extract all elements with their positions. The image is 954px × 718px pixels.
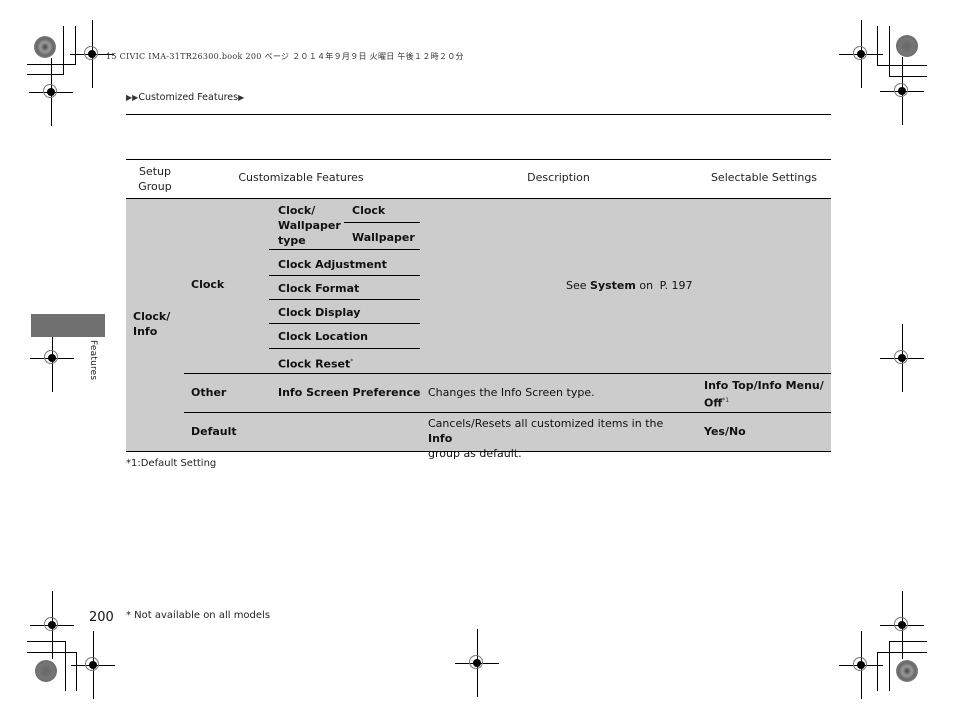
desc-mid: on: [639, 279, 654, 292]
header-description: Description: [527, 171, 590, 184]
page-reference-link[interactable]: P. 197: [660, 279, 693, 292]
header-selectable-settings: Selectable Settings: [710, 171, 818, 184]
feature-info-screen-preference: Info Screen Preference: [278, 386, 421, 399]
default-desc-prefix: Cancels/Resets all customized items in t…: [428, 417, 664, 430]
feature-clock-format: Clock Format: [278, 282, 360, 295]
registration-disc-icon: [35, 660, 57, 682]
registration-crosshair-icon: [29, 58, 73, 126]
default-setting-footnote: *1:Default Setting: [126, 458, 217, 469]
registration-crosshair-icon: [71, 631, 115, 699]
header-customizable-features: Customizable Features: [238, 171, 364, 184]
wallpaper-type-label: Clock/ Wallpaper type: [278, 204, 341, 247]
registration-crosshair-icon: [880, 324, 924, 392]
feature-clock-adjustment: Clock Adjustment: [278, 258, 387, 271]
not-all-models-marker: *: [350, 358, 354, 365]
registration-crosshair-icon: [880, 57, 924, 125]
registration-crosshair-icon: [839, 631, 883, 699]
section-tab[interactable]: [31, 314, 105, 337]
breadcrumb-link[interactable]: Customized Features: [138, 92, 238, 103]
settings-line2: Off: [704, 396, 723, 410]
default-description: Cancels/Resets all customized items in t…: [428, 416, 688, 461]
clock-group-cell: Clock: [191, 278, 225, 291]
header-setup-group: Setup Group: [138, 165, 172, 193]
triangle-right-icon: ▶: [238, 93, 245, 102]
availability-note: * Not available on all models: [126, 610, 271, 621]
feature-clock-display: Clock Display: [278, 306, 361, 319]
default-desc-bold: Info: [428, 432, 453, 445]
wallpaper-option-clock: Clock: [352, 204, 386, 217]
setup-group-cell: Clock/ Info: [133, 310, 171, 338]
registration-crosshair-icon: [839, 20, 883, 88]
default-setting-marker: *1: [722, 397, 730, 404]
registration-disc-icon: [896, 35, 918, 57]
registration-disc-icon: [34, 36, 56, 58]
default-group-cell: Default: [191, 425, 237, 438]
page-number: 200: [89, 610, 114, 625]
registration-disc-icon: [896, 660, 918, 682]
default-desc-suffix: group as default.: [428, 447, 522, 460]
table-body: Clock/ Info Clock Clock/ Wallpaper type …: [126, 199, 831, 460]
registration-crosshair-icon: [30, 324, 74, 392]
feature-clock-reset-label: Clock Reset: [278, 357, 351, 371]
desc-bold: System: [590, 279, 636, 292]
other-settings: Info Top/Info Menu/ Off*1: [704, 378, 829, 411]
section-label: Features: [88, 340, 98, 381]
feature-clock-reset: Clock Reset*: [278, 354, 353, 372]
desc-prefix: See: [566, 279, 587, 292]
clock-description: See System on P. 197: [566, 278, 692, 293]
feature-clock-location: Clock Location: [278, 330, 368, 343]
other-description: Changes the Info Screen type.: [428, 386, 595, 399]
print-header: 15 CIVIC IMA-31TR26300.book 200 ページ ２０１４…: [106, 52, 464, 61]
breadcrumb: ▶▶Customized Features▶: [126, 92, 244, 103]
header-divider: [126, 114, 831, 115]
default-settings: Yes/No: [704, 425, 746, 438]
settings-line1: Info Top/Info Menu/: [704, 379, 824, 392]
table-header: Setup Group Customizable Features Descri…: [126, 159, 831, 199]
registration-crosshair-icon: [455, 629, 499, 697]
other-group-cell: Other: [191, 386, 227, 399]
double-triangle-right-icon: ▶▶: [126, 93, 139, 102]
wallpaper-option-wallpaper: Wallpaper: [352, 231, 415, 244]
